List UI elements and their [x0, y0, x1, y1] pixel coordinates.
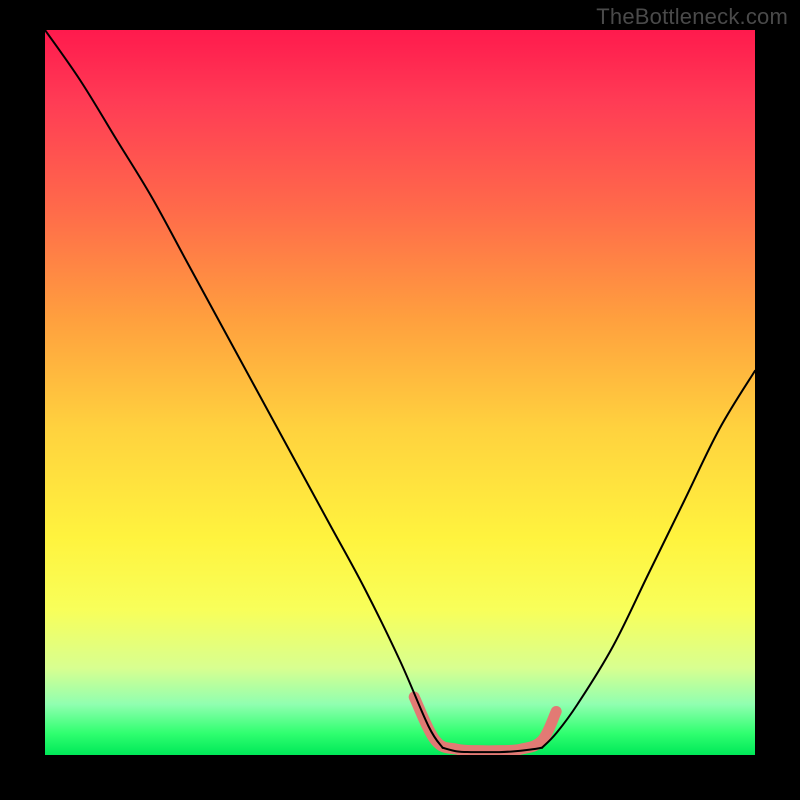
left-curve	[45, 30, 443, 748]
right-curve	[542, 371, 755, 748]
chart-svg	[45, 30, 755, 755]
highlight-band	[414, 697, 556, 751]
watermark-text: TheBottleneck.com	[596, 4, 788, 30]
plot-area	[45, 30, 755, 755]
chart-frame: TheBottleneck.com	[0, 0, 800, 800]
